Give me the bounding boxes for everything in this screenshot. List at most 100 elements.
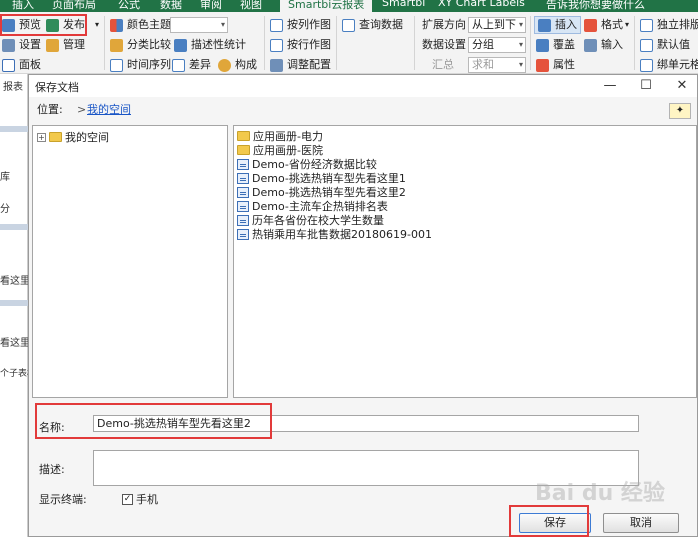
list-item[interactable]: Demo-主流车企热销排名表 — [237, 199, 388, 213]
cell-text: 库 — [0, 172, 10, 183]
folder-icon — [49, 132, 62, 142]
expand-direction-select[interactable]: 从上到下 ▾ — [468, 17, 526, 33]
ribbon-divider — [104, 16, 105, 70]
tab-tell-me[interactable]: 告诉我你想要做什么 — [546, 0, 645, 12]
list-item[interactable]: 热销乘用车批售数据20180619-001 — [237, 227, 432, 241]
default-value-button[interactable]: 默认值 — [640, 36, 690, 54]
adjust-config-button[interactable]: 调整配置 — [270, 56, 331, 74]
bind-cell-button[interactable]: 绑单元格 — [640, 56, 698, 74]
properties-button[interactable]: 属性 — [536, 56, 575, 74]
dialog-title-bar: 保存文档 — ☐ ✕ — [29, 75, 697, 97]
list-item[interactable]: Demo-省份经济数据比较 — [237, 157, 377, 171]
descriptive-stats-button[interactable]: 描述性统计 — [174, 36, 246, 54]
report-icon — [237, 228, 249, 240]
input-button[interactable]: 输入 — [584, 36, 623, 54]
ribbon-divider — [414, 16, 415, 70]
layout-icon — [640, 18, 653, 32]
folder-tree[interactable]: + 我的空间 — [32, 125, 228, 398]
column-chart-button[interactable]: 按列作图 — [270, 16, 331, 34]
color-theme-button[interactable]: 颜色主题 — [110, 16, 171, 34]
cover-icon — [536, 38, 549, 52]
panel-button[interactable]: 面板 — [2, 56, 41, 74]
tab-review[interactable]: 审阅 — [200, 0, 222, 12]
chevron-right-icon: > — [77, 103, 87, 116]
report-icon — [237, 200, 249, 212]
tab-page-layout[interactable]: 页面布局 — [52, 0, 96, 12]
difference-button[interactable]: 差异 — [172, 56, 211, 74]
summary-label: 汇总 — [432, 58, 454, 71]
row-chart-button[interactable]: 按行作图 — [270, 36, 331, 54]
highlight-box-name — [35, 403, 272, 439]
pie-chart-icon — [218, 58, 231, 72]
expand-icon[interactable]: + — [37, 132, 46, 142]
report-icon — [237, 214, 249, 226]
location-path-link[interactable]: 我的空间 — [87, 101, 131, 119]
ribbon-toolbar: 预览 发布 ▾ 设置 管理 面板 颜色主题 ▾ 分类比较 描述性统计 时间序列 … — [0, 12, 698, 74]
tab-formulas[interactable]: 公式 — [118, 0, 140, 12]
insert-button[interactable]: 插入 — [534, 16, 581, 34]
composition-button[interactable]: 构成 — [218, 56, 257, 74]
tab-view[interactable]: 视图 — [240, 0, 262, 12]
expand-direction-label: 扩展方向 — [422, 18, 466, 31]
list-item[interactable]: 历年各省份在校大学生数量 — [237, 213, 384, 227]
summary-select[interactable]: 求和 ▾ — [468, 57, 526, 73]
category-compare-button[interactable]: 分类比较 — [110, 36, 171, 54]
tab-smartbi[interactable]: Smartbi — [382, 0, 425, 9]
chevron-down-icon: ▾ — [518, 60, 523, 69]
list-item[interactable]: 应用画册-医院 — [237, 143, 323, 157]
row-highlight — [0, 224, 28, 230]
list-item[interactable]: Demo-挑选热销车型先看这里2 — [237, 185, 406, 199]
ribbon-divider — [634, 16, 635, 70]
report-tab-label[interactable]: 报表 — [3, 78, 31, 93]
folder-icon — [237, 145, 250, 155]
new-folder-icon[interactable]: ✦ — [669, 103, 691, 119]
file-list[interactable]: 应用画册-电力 应用画册-医院 Demo-省份经济数据比较 Demo-挑选热销车… — [233, 125, 697, 398]
highlight-box-publish — [0, 14, 87, 36]
tab-insert[interactable]: 插入 — [12, 0, 34, 12]
bind-cell-icon — [640, 58, 653, 72]
properties-icon — [536, 58, 549, 72]
cell-text: 分 — [0, 204, 10, 215]
row-layout-icon — [270, 38, 283, 52]
minimize-button[interactable]: — — [595, 77, 625, 95]
color-theme-select[interactable]: ▾ — [170, 17, 228, 33]
bar-chart-icon — [110, 38, 123, 52]
tab-xy-chart-labels[interactable]: XY Chart Labels — [438, 0, 525, 9]
row-highlight — [0, 300, 28, 306]
settings-button[interactable]: 设置 — [2, 36, 41, 54]
manage-button[interactable]: 管理 — [46, 36, 85, 54]
list-item[interactable]: Demo-挑选热销车型先看这里1 — [237, 171, 406, 185]
baidu-watermark: Bai du 经验 — [535, 481, 665, 506]
chevron-down-icon: ▾ — [220, 20, 225, 29]
standalone-layout-button[interactable]: 独立排版 — [640, 16, 698, 34]
highlight-box-save — [509, 505, 589, 537]
time-series-button[interactable]: 时间序列 — [110, 56, 171, 74]
chevron-down-icon[interactable]: ▾ — [95, 16, 99, 34]
line-chart-icon — [110, 58, 123, 72]
tree-item-my-space[interactable]: + 我的空间 — [37, 130, 109, 144]
location-row: 位置: > 我的空间 ✦ — [33, 101, 697, 119]
close-button[interactable]: ✕ — [667, 77, 697, 95]
tab-data[interactable]: 数据 — [160, 0, 182, 12]
data-settings-select[interactable]: 分组 ▾ — [468, 37, 526, 53]
cover-button[interactable]: 覆盖 — [536, 36, 575, 54]
input-icon — [584, 38, 597, 52]
query-icon — [342, 18, 355, 32]
column-layout-icon — [270, 18, 283, 32]
mobile-checkbox[interactable]: ✓ — [122, 493, 133, 505]
query-data-button[interactable]: 查询数据 — [342, 16, 403, 34]
list-item[interactable]: 应用画册-电力 — [237, 129, 323, 143]
folder-icon — [237, 131, 250, 141]
report-icon — [237, 186, 249, 198]
panel-icon — [2, 58, 15, 72]
data-settings-label: 数据设置 — [422, 38, 466, 51]
table-icon — [172, 58, 185, 72]
report-icon — [237, 158, 249, 170]
cancel-button[interactable]: 取消 — [603, 513, 679, 533]
ribbon-divider — [530, 16, 531, 70]
tab-smartbi-cloud-report[interactable]: Smartbi云报表 — [280, 0, 373, 12]
terminal-label: 显示终端: — [39, 493, 87, 506]
maximize-button[interactable]: ☐ — [631, 77, 661, 95]
mobile-terminal-option[interactable]: ✓ 手机 — [122, 491, 158, 507]
format-button[interactable]: 格式 ▾ — [584, 16, 629, 34]
